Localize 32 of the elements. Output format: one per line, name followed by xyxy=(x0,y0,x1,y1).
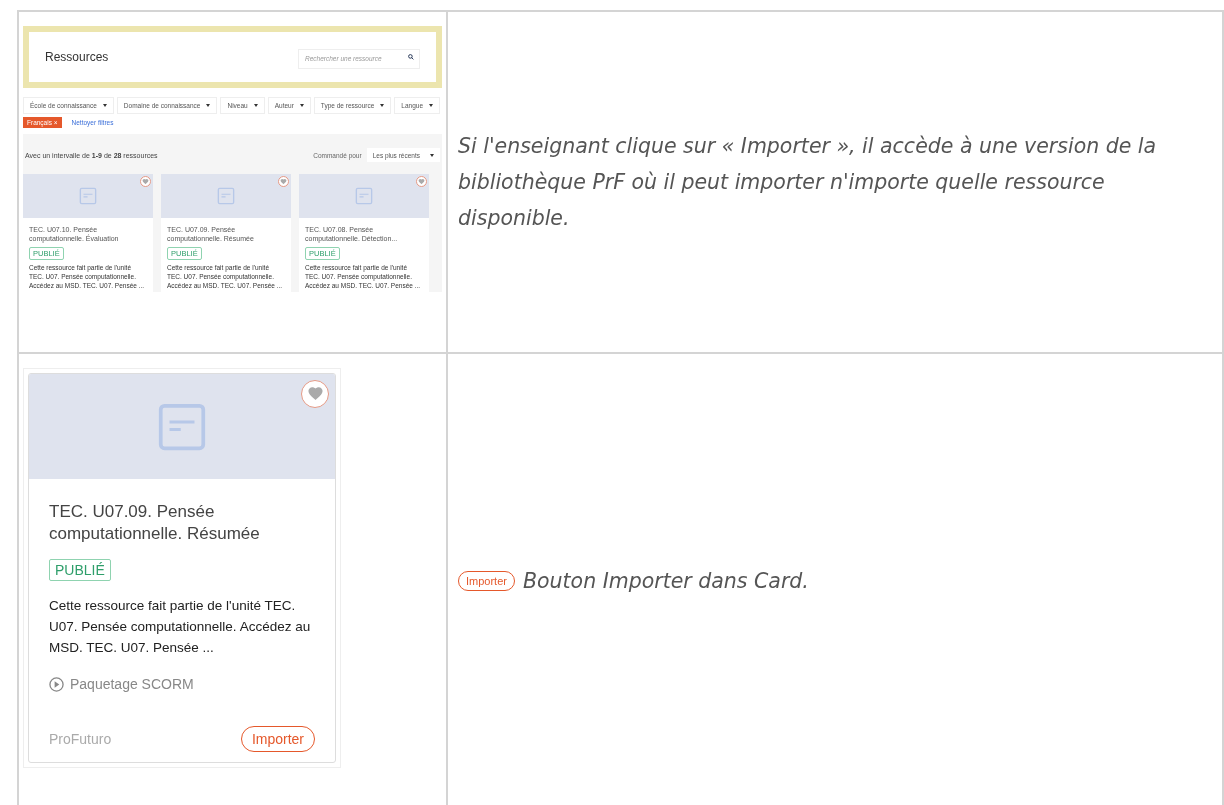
favorite-button[interactable] xyxy=(301,379,330,408)
caret-icon xyxy=(380,104,385,107)
favorite-button[interactable] xyxy=(139,176,151,188)
caret-icon xyxy=(253,104,258,107)
import-button[interactable]: Importer xyxy=(458,570,515,591)
play-icon xyxy=(49,676,64,692)
favorite-button[interactable] xyxy=(277,176,289,188)
favorite-button[interactable] xyxy=(415,176,427,188)
resource-card[interactable]: TEC. U07.09. Pensée computationnelle. Résumée PUBLIÉ Cette ressource fait partie de l'unité TEC. U07. Pensée computationnelle. Accédez au MSD. TEC. U07. Pensée ... Paquetage SCORM ProFuturo Importer xyxy=(28,373,336,763)
caret-icon xyxy=(102,104,107,107)
heart-icon xyxy=(141,178,149,186)
card-description: Cette ressource fait partie de l'unité TEC. U07. Pensée computationnelle. Accédez au MSD. TEC. U07. Pensée ... xyxy=(49,597,312,657)
caret-icon xyxy=(206,104,211,107)
caption-text: Bouton Importer dans Card. xyxy=(522,567,809,595)
caret-icon xyxy=(299,104,304,107)
heart-icon xyxy=(279,178,287,186)
document-icon xyxy=(79,187,97,205)
caret-icon xyxy=(430,153,434,157)
search-icon xyxy=(408,54,414,60)
heart-icon xyxy=(306,385,324,403)
caption-text: Si l'enseignant clique sur « Importer », il accède à une version de la bibliothèque PrF où il peut importer n'importe quelle ressource disponible. xyxy=(458,133,1158,232)
card-title: TEC. U07.09. Pensée computationnelle. Résumée xyxy=(49,501,261,545)
document-icon xyxy=(217,187,235,205)
status-badge: PUBLIÉ xyxy=(49,559,111,581)
import-button[interactable]: Importer xyxy=(240,726,315,752)
document-icon xyxy=(157,401,207,452)
document-icon xyxy=(355,187,373,205)
resource-type: Paquetage SCORM xyxy=(70,676,194,692)
provider-name: ProFuturo xyxy=(49,731,112,747)
heart-icon xyxy=(417,178,425,186)
page-title: Ressources xyxy=(45,50,109,64)
caret-icon xyxy=(429,104,434,107)
